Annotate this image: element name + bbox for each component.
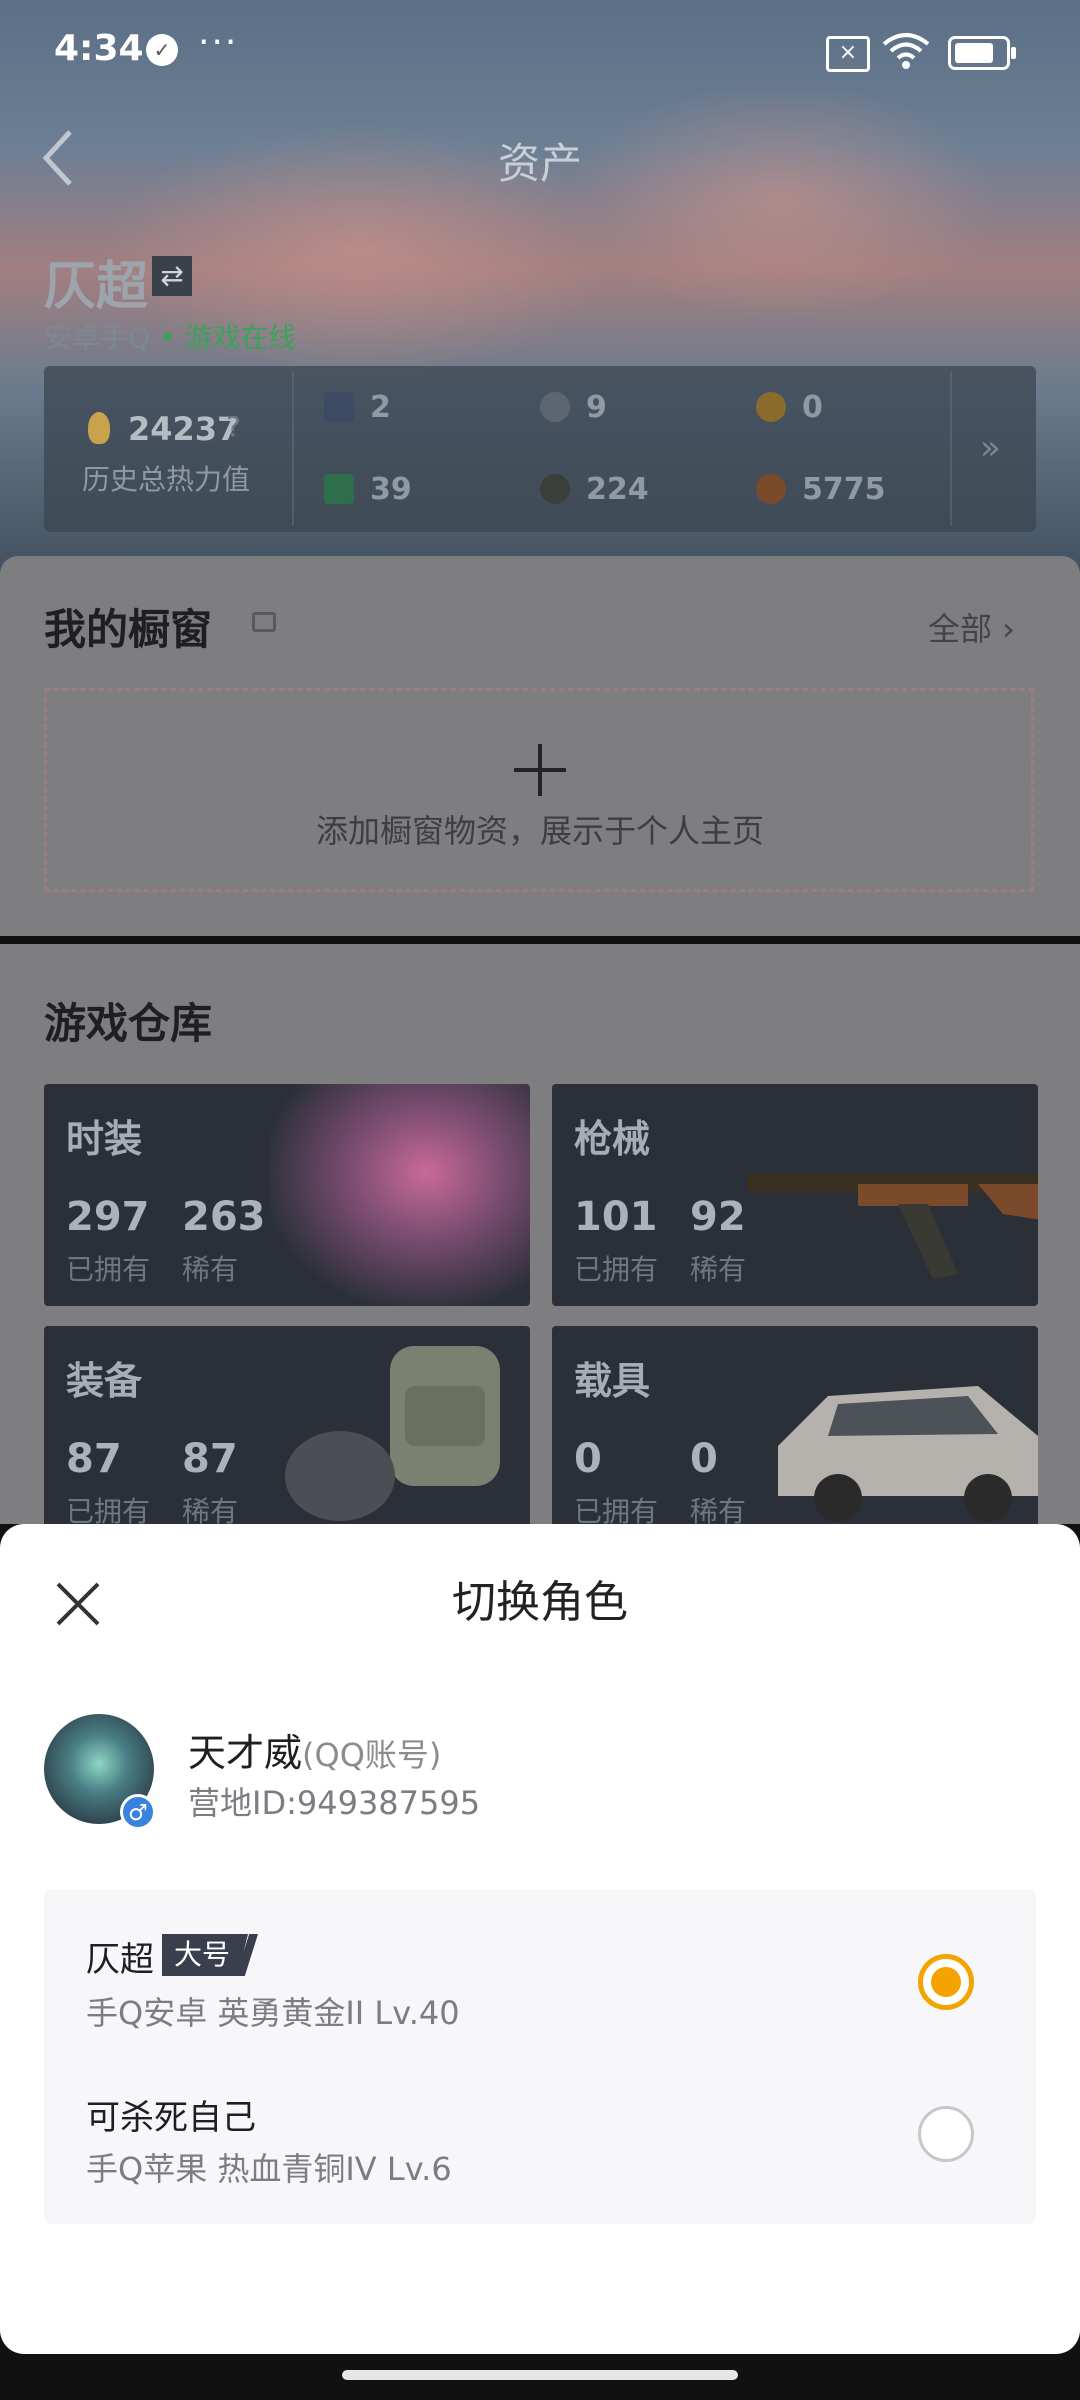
ball-dark-icon [540,474,570,504]
male-gender-icon: ♂ [120,1794,156,1830]
page-title: 资产 [497,139,582,188]
rare-label: 稀有 [690,1253,747,1286]
divider [292,372,294,526]
stat-value: 39 [370,472,412,507]
card-title: 时装 [66,1117,143,1161]
card-title: 载具 [574,1359,651,1403]
rare-count: 92 [690,1194,746,1240]
card-dark-icon [324,392,354,422]
coin-bronze-icon [756,474,786,504]
owned-count: 297 [66,1194,150,1240]
rare-count: 0 [690,1436,718,1482]
main-account-badge: 大号 [162,1934,249,1976]
role-radio-unselected[interactable] [918,2106,974,2162]
character-image [270,1084,530,1306]
stat-value: 224 [586,472,649,507]
sheet-title: 切换角色 [452,1577,628,1628]
player-name: 仄超 [44,257,149,317]
stat-value: 9 [586,390,607,425]
help-icon[interactable]: ? [226,410,241,443]
stat-value: 5775 [802,472,886,507]
role-name[interactable]: 仄超 [86,1932,154,1981]
swap-icon[interactable]: ⇄ [152,256,192,296]
coin-gray-icon [540,392,570,422]
platform-line: 安卓手Q • 游戏在线 [44,316,296,356]
expand-more-icon[interactable]: » [980,428,1001,468]
status-bar: 4:34 ✓ ··· × [0,0,1080,104]
account-type: (QQ账号) [302,1736,442,1774]
home-indicator[interactable] [342,2370,738,2380]
role-name[interactable]: 可杀死自己 [86,2090,256,2139]
warehouse-title: 游戏仓库 [44,999,213,1048]
camp-id: 营地ID:949387595 [188,1784,481,1822]
owned-count: 87 [66,1436,122,1482]
platform-label: 安卓手Q [44,321,151,354]
online-status: • 游戏在线 [158,321,297,354]
showcase-title: 我的橱窗 [44,605,213,654]
plus-icon[interactable] [514,744,566,796]
role-detail: 手Q苹果 热血青铜IV Lv.6 [86,2150,452,2188]
showcase-all-link[interactable]: 全部 › [928,604,1015,650]
showcase-hint: 添加橱窗物资，展示于个人主页 [315,812,764,850]
cloud-decoration [560,80,1000,320]
wifi-icon [882,33,930,69]
warehouse-card-vehicles[interactable]: 载具 0 已拥有 0 稀有 [552,1326,1038,1548]
role-radio-selected[interactable] [918,1954,974,2010]
card-green-icon [324,474,354,504]
owned-label: 已拥有 [574,1253,659,1286]
warehouse-card-weapons[interactable]: 枪械 101 已拥有 92 稀有 [552,1084,1038,1306]
stat-value: 0 [802,390,823,425]
warehouse-card-equipment[interactable]: 装备 87 已拥有 87 稀有 [44,1326,530,1548]
rare-count: 87 [182,1436,238,1482]
status-time: 4:34 [54,28,144,69]
backpack-helmet-image [285,1346,500,1521]
card-title: 装备 [66,1359,143,1403]
more-notifications-icon: ··· [198,22,239,63]
role-detail: 手Q安卓 英勇黄金II Lv.40 [86,1994,460,2032]
rare-count: 263 [182,1194,266,1240]
car-image [778,1386,1038,1522]
coin-gold-icon [756,392,786,422]
account-name: 天才威 [188,1731,303,1775]
warehouse-card-outfits[interactable]: 时装 297 已拥有 263 稀有 [44,1084,530,1306]
account-name-line: 天才威(QQ账号) [188,1722,441,1777]
fire-icon [88,412,110,444]
shield-icon: ✓ [146,34,178,66]
rare-label: 稀有 [182,1253,239,1286]
divider [950,372,952,526]
owned-label: 已拥有 [66,1253,151,1286]
stats-card[interactable] [44,366,1036,532]
owned-count: 101 [574,1194,658,1240]
card-title: 枪械 [574,1117,651,1161]
heat-label: 历史总热力值 [82,463,251,496]
lock-icon [252,612,276,632]
heat-value: 24237 [128,410,240,448]
stat-value: 2 [370,390,391,425]
no-sim-icon: × [826,36,870,72]
owned-count: 0 [574,1436,602,1482]
battery-icon [948,36,1016,70]
